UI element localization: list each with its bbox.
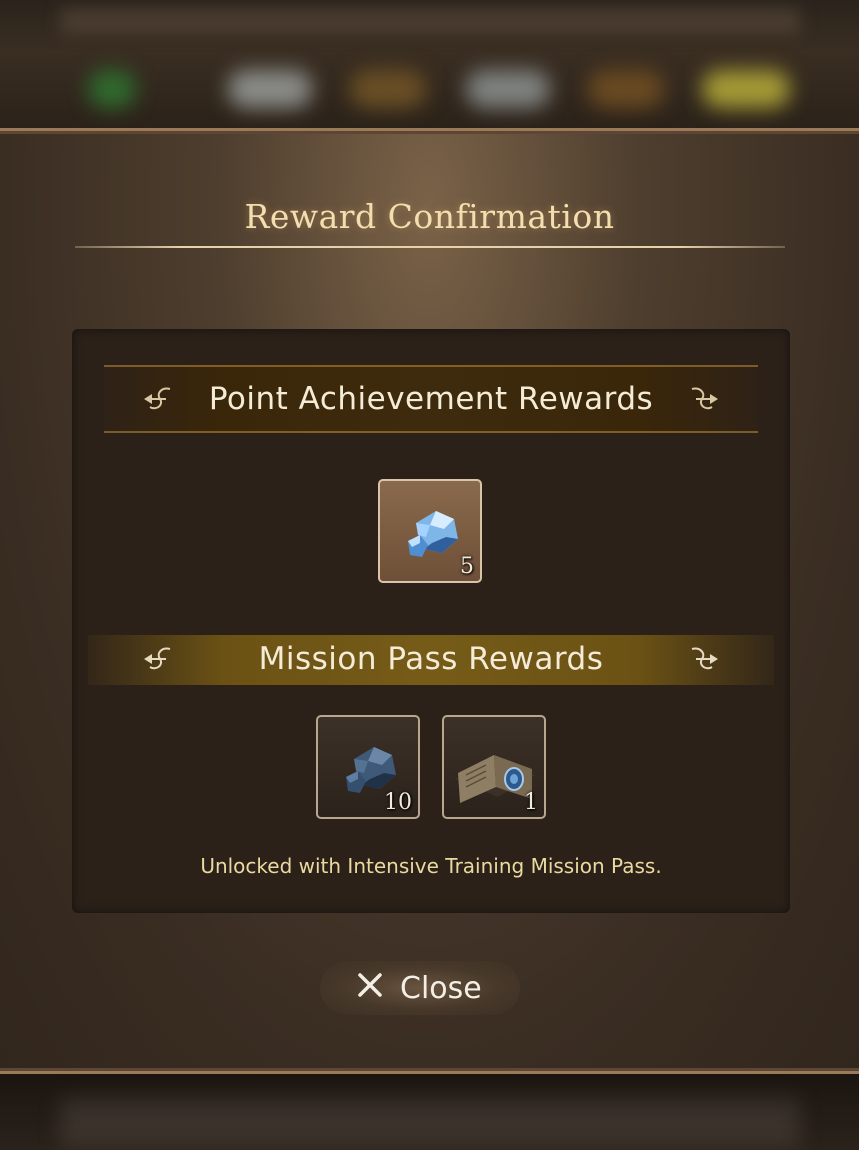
background-bottom <box>0 1074 859 1150</box>
blurred-footer <box>60 1098 800 1148</box>
blurred-tab <box>466 70 550 108</box>
dialog-title: Reward Confirmation <box>244 197 615 236</box>
mission-pass-note: Unlocked with Intensive Training Mission… <box>200 854 662 878</box>
blurred-tab <box>88 70 136 108</box>
close-button[interactable]: Close <box>320 961 520 1015</box>
flourish-right-icon <box>691 647 718 670</box>
mission-pass-header: Mission Pass Rewards <box>88 635 774 685</box>
blurred-tab <box>702 70 790 108</box>
point-achievement-header: Point Achievement Rewards <box>104 365 758 433</box>
blurred-tab <box>350 70 426 108</box>
background-top <box>0 0 859 128</box>
section-title: Point Achievement Rewards <box>208 381 654 417</box>
item-quantity: 10 <box>384 790 412 815</box>
item-quantity: 1 <box>524 790 538 815</box>
blurred-header <box>60 8 800 34</box>
blurred-tab <box>228 70 312 108</box>
title-divider <box>75 246 785 248</box>
reward-item-dark-ore[interactable]: 10 <box>316 715 420 819</box>
reward-item-blue-ore[interactable]: 5 <box>378 479 482 583</box>
reward-confirmation-dialog: Reward Confirmation Point Achievement Re… <box>0 128 859 1074</box>
reward-item-skill-book[interactable]: 1 <box>442 715 546 819</box>
item-quantity: 5 <box>460 554 474 579</box>
rewards-panel: Point Achievement Rewards 5 Mission Pass… <box>72 329 790 913</box>
flourish-right-icon <box>691 387 718 410</box>
blurred-tab <box>588 70 664 108</box>
close-label: Close <box>400 971 482 1006</box>
close-icon <box>358 973 382 997</box>
section-title: Mission Pass Rewards <box>258 641 604 677</box>
